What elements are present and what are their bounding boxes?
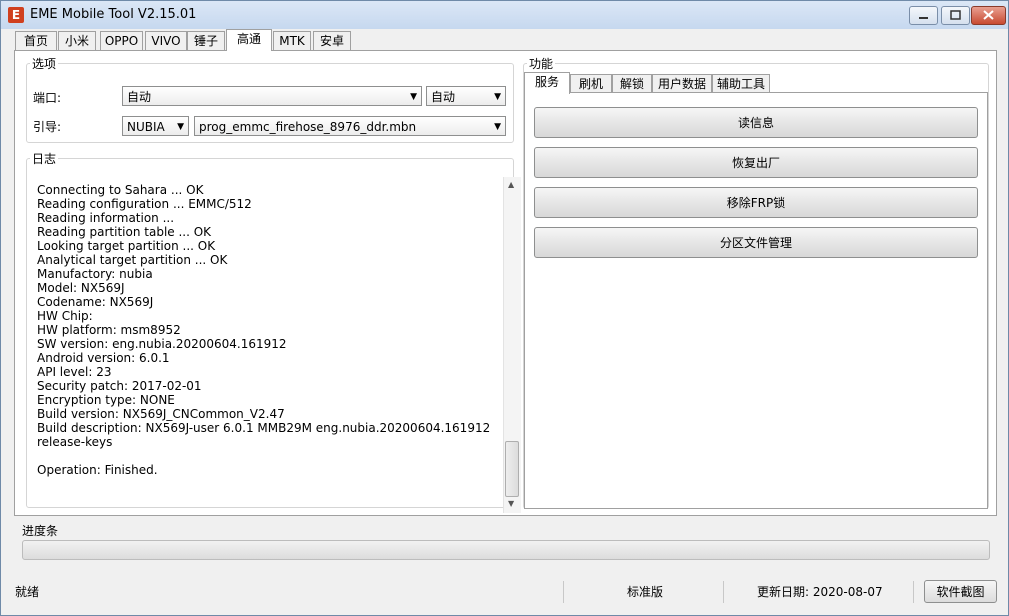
port-mode-select[interactable]: 自动 ▼ bbox=[426, 86, 506, 106]
log-line: Security patch: 2017-02-01 bbox=[37, 379, 202, 393]
loader-select-value: prog_emmc_firehose_8976_ddr.mbn bbox=[199, 120, 417, 134]
log-line: Build description: NX569J-user 6.0.1 MMB… bbox=[37, 421, 491, 435]
maximize-icon bbox=[950, 10, 961, 20]
tab-xiaomi[interactable]: 小米 bbox=[58, 31, 96, 50]
log-line: release-keys bbox=[37, 435, 113, 449]
log-scrollbar[interactable]: ▲ ▼ bbox=[503, 177, 521, 513]
functions-tabs: 服务 刷机 解锁 用户数据 辅助工具 读信息 恢复出厂 移除FRP锁 分区文件管… bbox=[524, 72, 988, 514]
log-line: Codename: NX569J bbox=[37, 295, 154, 309]
brand-select[interactable]: NUBIA ▼ bbox=[122, 116, 189, 136]
functions-group: 功能 服务 刷机 解锁 用户数据 辅助工具 读信息 恢复出厂 移除FRP锁 分区… bbox=[523, 55, 989, 509]
log-line: Build version: NX569J_CNCommon_V2.47 bbox=[37, 407, 285, 421]
minimize-icon bbox=[919, 17, 928, 19]
log-line: HW Chip: bbox=[37, 309, 93, 323]
log-line: Operation: Finished. bbox=[37, 463, 158, 477]
log-line: Analytical target partition ... OK bbox=[37, 253, 228, 267]
loader-select[interactable]: prog_emmc_firehose_8976_ddr.mbn ▼ bbox=[194, 116, 506, 136]
status-state: 就绪 bbox=[15, 581, 564, 603]
progress-label: 进度条 bbox=[22, 524, 59, 538]
tab-service[interactable]: 服务 bbox=[524, 72, 570, 94]
window-title: EME Mobile Tool V2.15.01 bbox=[30, 7, 197, 22]
app-window: E EME Mobile Tool V2.15.01 首页 小米 OPPO VI… bbox=[0, 0, 1009, 616]
log-line: SW version: eng.nubia.20200604.161912 bbox=[37, 337, 287, 351]
factory-reset-button[interactable]: 恢复出厂 bbox=[534, 147, 978, 178]
options-group: 选项 端口: 自动 ▼ 自动 ▼ 引导: NUBIA ▼ prog_emmc_f… bbox=[26, 55, 514, 143]
tab-smartisan[interactable]: 锤子 bbox=[187, 31, 225, 50]
log-line: Reading information ... bbox=[37, 211, 175, 225]
log-line: Manufactory: nubia bbox=[37, 267, 153, 281]
log-group: 日志 Connecting to Sahara ... OK Reading co… bbox=[26, 150, 521, 513]
tab-unlock[interactable]: 解锁 bbox=[612, 74, 652, 93]
screenshot-button[interactable]: 软件截图 bbox=[924, 580, 997, 603]
functions-legend: 功能 bbox=[529, 57, 554, 71]
minimize-button[interactable] bbox=[909, 6, 938, 25]
log-legend: 日志 bbox=[32, 152, 57, 166]
tab-qualcomm[interactable]: 高通 bbox=[226, 29, 272, 51]
title-bar[interactable]: E EME Mobile Tool V2.15.01 bbox=[1, 1, 1008, 29]
qualcomm-panel: 选项 端口: 自动 ▼ 自动 ▼ 引导: NUBIA ▼ prog_emmc_f… bbox=[14, 50, 997, 516]
log-line: HW platform: msm8952 bbox=[37, 323, 181, 337]
tab-flash[interactable]: 刷机 bbox=[570, 74, 612, 93]
boot-label: 引导: bbox=[33, 120, 62, 134]
scroll-up-icon[interactable]: ▲ bbox=[508, 180, 514, 189]
chevron-down-icon: ▼ bbox=[177, 122, 184, 132]
tab-vivo[interactable]: VIVO bbox=[145, 31, 187, 50]
tab-userdata[interactable]: 用户数据 bbox=[652, 74, 712, 93]
port-select[interactable]: 自动 ▼ bbox=[122, 86, 422, 106]
tab-mtk[interactable]: MTK bbox=[273, 31, 311, 50]
partition-manager-button[interactable]: 分区文件管理 bbox=[534, 227, 978, 258]
log-line: Encryption type: NONE bbox=[37, 393, 175, 407]
close-button[interactable] bbox=[971, 6, 1006, 25]
service-panel: 读信息 恢复出厂 移除FRP锁 分区文件管理 bbox=[524, 92, 988, 509]
status-bar: 就绪 标准版 更新日期: 2020-08-07 bbox=[1, 577, 1008, 615]
log-output[interactable]: Connecting to Sahara ... OK Reading confi… bbox=[37, 183, 497, 507]
maximize-button[interactable] bbox=[941, 6, 970, 25]
app-logo-icon: E bbox=[8, 7, 24, 23]
log-line: API level: 23 bbox=[37, 365, 112, 379]
tab-oppo[interactable]: OPPO bbox=[100, 31, 143, 50]
tab-tools[interactable]: 辅助工具 bbox=[712, 74, 770, 93]
log-line: Model: NX569J bbox=[37, 281, 125, 295]
status-update-date: 更新日期: 2020-08-07 bbox=[757, 581, 914, 603]
port-mode-value: 自动 bbox=[431, 90, 456, 104]
port-select-value: 自动 bbox=[127, 90, 152, 104]
progress-bar bbox=[22, 540, 990, 560]
close-icon bbox=[983, 10, 994, 20]
chevron-down-icon: ▼ bbox=[494, 122, 501, 132]
log-line: Reading configuration ... EMMC/512 bbox=[37, 197, 252, 211]
log-line: Android version: 6.0.1 bbox=[37, 351, 170, 365]
tab-android[interactable]: 安卓 bbox=[313, 31, 351, 50]
options-legend: 选项 bbox=[32, 57, 57, 71]
remove-frp-button[interactable]: 移除FRP锁 bbox=[534, 187, 978, 218]
read-info-button[interactable]: 读信息 bbox=[534, 107, 978, 138]
chevron-down-icon: ▼ bbox=[494, 92, 501, 102]
brand-select-value: NUBIA bbox=[127, 120, 165, 134]
chevron-down-icon: ▼ bbox=[410, 92, 417, 102]
status-edition: 标准版 bbox=[627, 581, 724, 603]
tab-home[interactable]: 首页 bbox=[15, 31, 57, 50]
log-line: Connecting to Sahara ... OK bbox=[37, 183, 204, 197]
port-label: 端口: bbox=[33, 91, 62, 105]
scrollbar-thumb[interactable] bbox=[505, 441, 519, 497]
log-line: Looking target partition ... OK bbox=[37, 239, 216, 253]
log-line: Reading partition table ... OK bbox=[37, 225, 212, 239]
scroll-down-icon[interactable]: ▼ bbox=[508, 499, 514, 508]
